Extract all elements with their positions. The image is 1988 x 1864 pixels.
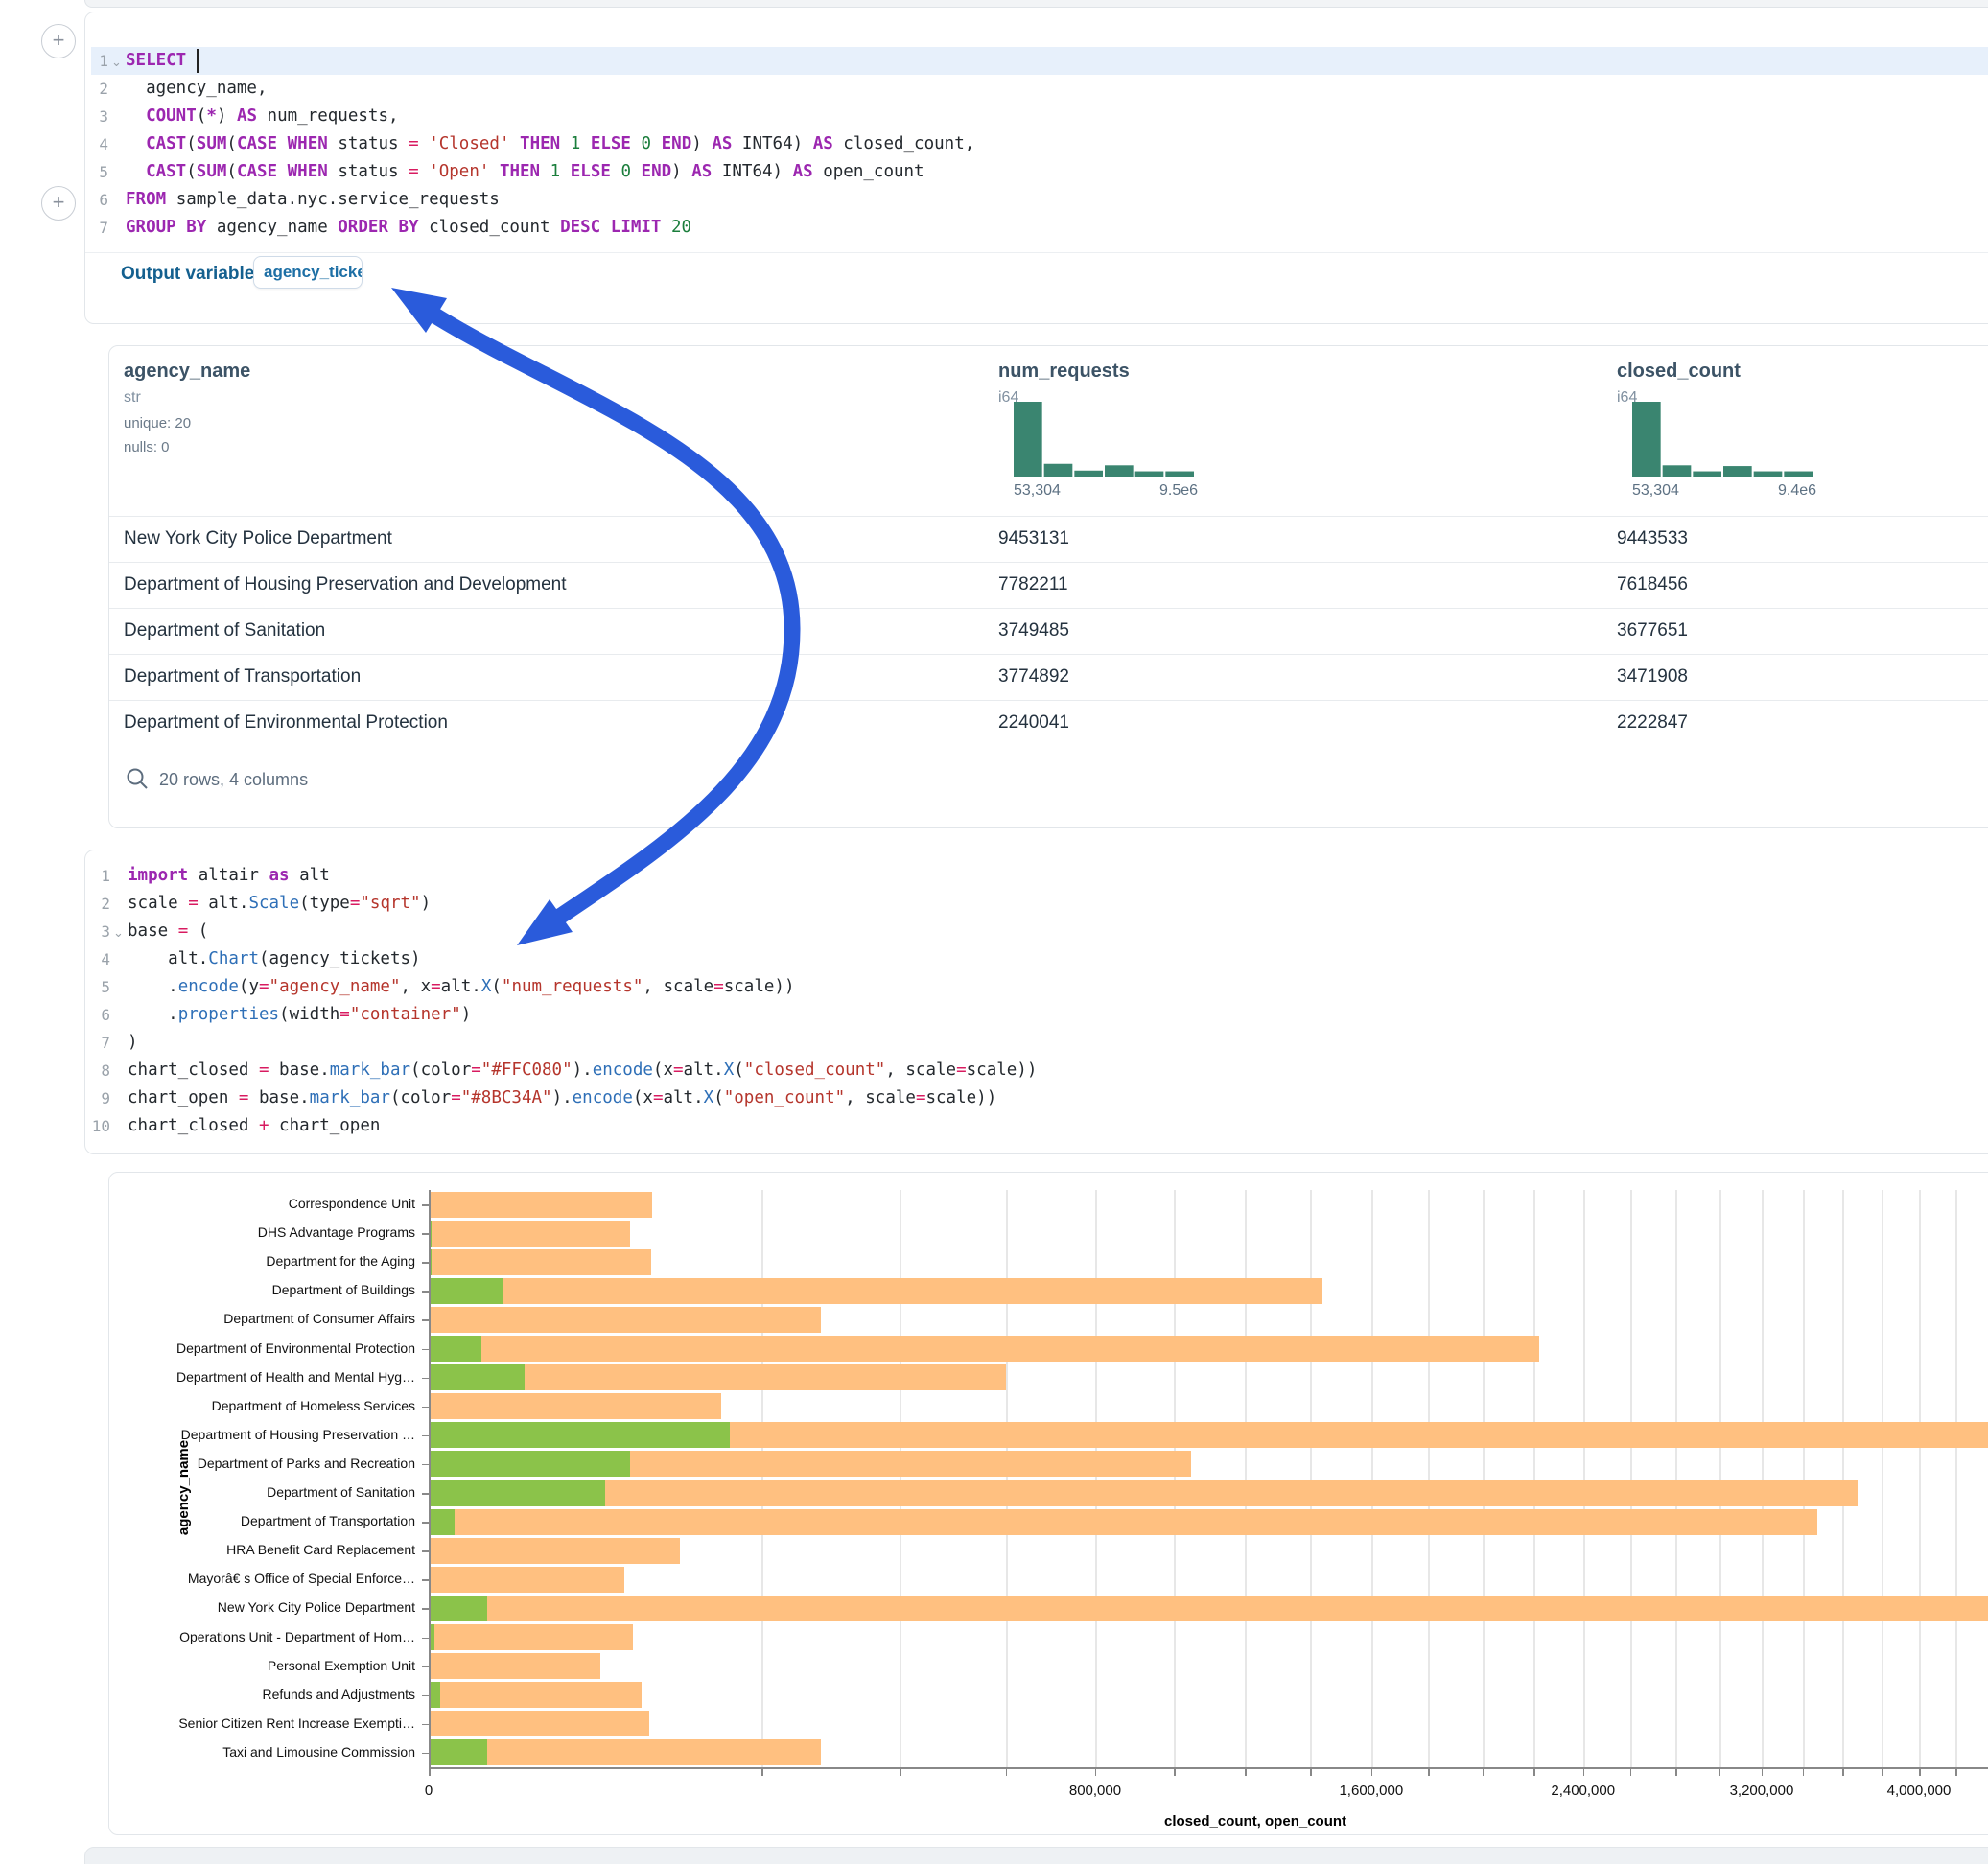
annotation-arrow xyxy=(0,0,1988,1864)
notebook-page: { "colors": { "closed_bar": "#FFC080", "… xyxy=(0,0,1988,1864)
